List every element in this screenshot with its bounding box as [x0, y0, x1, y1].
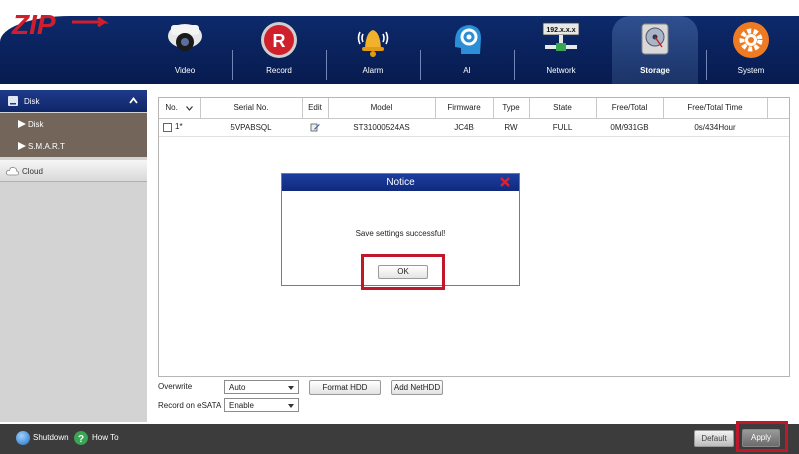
sidebar: Disk Disk S.M.A.R.T Cloud — [0, 90, 147, 422]
column-header-type: Type — [493, 98, 530, 119]
column-header-filler — [767, 98, 789, 119]
chevron-up-icon[interactable] — [129, 96, 138, 105]
nav-alarm[interactable]: Alarm — [328, 16, 418, 84]
cell-firmware: JC4B — [435, 118, 493, 137]
column-header-edit: Edit — [302, 98, 329, 119]
svg-text:192.x.x.x: 192.x.x.x — [546, 27, 575, 34]
nav-separator — [420, 50, 421, 80]
record-icon: R — [261, 22, 297, 58]
column-header-serial: Serial No. — [200, 98, 303, 119]
nav-video[interactable]: Video — [140, 16, 230, 84]
dialog-title: Notice — [282, 174, 519, 191]
cell-free-total: 0M/931GB — [596, 118, 663, 137]
nav-separator — [514, 50, 515, 80]
format-hdd-button[interactable]: Format HDD — [309, 380, 381, 395]
footer: Shutdown ? How To Default Apply — [0, 424, 799, 454]
nav-separator — [326, 50, 327, 80]
nav-separator — [232, 50, 233, 80]
shutdown-label[interactable]: Shutdown — [33, 433, 69, 442]
camera-icon — [168, 24, 202, 51]
cell-filler — [767, 118, 789, 137]
header: ZIP Video R Record Alarm AI 192.x.x.x Ne… — [0, 0, 799, 86]
sidebar-item-smart[interactable]: S.M.A.R.T — [0, 135, 147, 157]
sidebar-item-disk[interactable]: Disk — [0, 113, 147, 135]
column-header-state: State — [529, 98, 597, 119]
nav-storage[interactable]: Storage — [612, 16, 698, 84]
cell-type: RW — [493, 118, 529, 137]
apply-highlight-box — [736, 421, 788, 452]
shutdown-icon[interactable] — [16, 431, 30, 445]
how-to-label[interactable]: How To — [92, 433, 119, 442]
cloud-icon — [6, 167, 19, 176]
nav-label: Alarm — [362, 66, 384, 75]
nav-label: Record — [266, 66, 292, 75]
record-esata-select[interactable]: Enable — [224, 398, 299, 412]
bell-icon — [357, 30, 389, 57]
cell-no: 1* — [159, 118, 200, 137]
nav-record[interactable]: R Record — [234, 16, 324, 84]
edit-icon[interactable] — [310, 122, 320, 132]
ai-head-icon — [455, 25, 481, 54]
gear-icon — [733, 22, 769, 58]
network-icon: 192.x.x.x — [542, 22, 580, 51]
column-header-free-total-time: Free/Total Time — [663, 98, 768, 119]
hdd-icon — [641, 23, 669, 55]
sidebar-group-label: Cloud — [22, 167, 43, 176]
nav-network[interactable]: 192.x.x.x Network — [516, 16, 606, 84]
overwrite-label: Overwrite — [158, 382, 193, 391]
play-icon — [18, 142, 26, 150]
sidebar-item-label: S.M.A.R.T — [28, 142, 65, 151]
close-icon[interactable] — [499, 176, 511, 188]
zip-logo: ZIP — [11, 9, 109, 40]
table-header-row: No. Serial No. Edit Model Firmware Type … — [159, 98, 789, 119]
cell-serial: 5VPABSQL — [200, 118, 302, 137]
svg-text:ZIP: ZIP — [11, 9, 56, 40]
sidebar-group-disk[interactable]: Disk — [0, 90, 147, 112]
chevron-down-icon — [288, 404, 294, 408]
nav-system[interactable]: System — [706, 16, 796, 84]
nav-ai[interactable]: AI — [422, 16, 512, 84]
cell-model: ST31000524AS — [328, 118, 435, 137]
ok-highlight-box — [361, 254, 445, 290]
cell-state: FULL — [529, 118, 596, 137]
overwrite-select[interactable]: Auto — [224, 380, 299, 394]
chevron-down-icon[interactable] — [186, 105, 194, 111]
sidebar-group-label: Disk — [24, 97, 40, 106]
hdd-icon — [8, 96, 18, 106]
svg-text:?: ? — [78, 434, 84, 445]
sidebar-item-label: Disk — [28, 120, 44, 129]
table-row[interactable]: 1* 5VPABSQL ST31000524AS JC4B RW FULL 0M… — [159, 118, 789, 137]
help-icon[interactable]: ? — [74, 431, 88, 445]
cell-free-total-time: 0s/434Hour — [663, 118, 767, 137]
record-esata-label: Record on eSATA — [158, 401, 222, 410]
column-header-firmware: Firmware — [435, 98, 494, 119]
nav-label: System — [737, 66, 765, 75]
svg-text:R: R — [273, 31, 286, 51]
column-header-model: Model — [328, 98, 436, 119]
default-button[interactable]: Default — [694, 430, 734, 447]
nav-label: Video — [174, 66, 196, 75]
column-header-no[interactable]: No. — [159, 98, 201, 119]
sidebar-group-cloud[interactable]: Cloud — [0, 160, 147, 182]
row-checkbox[interactable] — [163, 122, 172, 132]
cell-edit — [302, 118, 328, 137]
dialog-message: Save settings successful! — [355, 229, 446, 238]
play-icon — [18, 120, 26, 128]
nav-label: Storage — [640, 66, 670, 75]
nav-label: Network — [546, 66, 576, 75]
nav-label: AI — [463, 66, 471, 75]
column-header-free-total: Free/Total — [596, 98, 664, 119]
chevron-down-icon — [288, 386, 294, 390]
add-nethdd-button[interactable]: Add NetHDD — [391, 380, 443, 395]
